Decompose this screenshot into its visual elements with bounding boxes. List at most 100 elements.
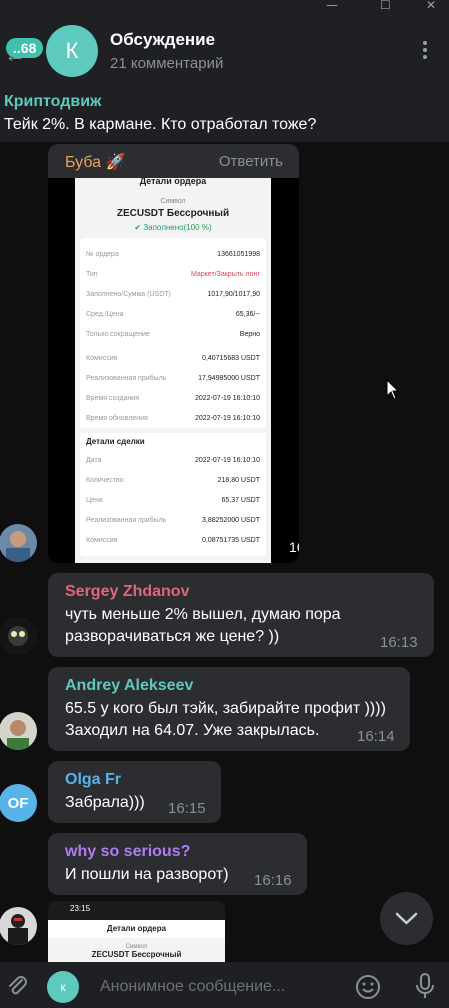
shot-status-text: Заполнено(100 %): [143, 223, 212, 232]
chat-avatar[interactable]: К: [46, 25, 98, 77]
shot-title: Детали ордера: [48, 920, 225, 938]
message-author[interactable]: Olga Fr: [65, 771, 121, 789]
message-bubble[interactable]: Olga Fr Забрала))) 16:15: [48, 761, 221, 823]
avatar[interactable]: [0, 712, 37, 750]
minimize-button[interactable]: —: [326, 0, 338, 12]
photo-message[interactable]: 23:15 Детали ордера Символ ZECUSDT Бесср…: [48, 901, 225, 963]
reply-button[interactable]: Ответить: [219, 153, 283, 170]
more-menu-icon[interactable]: [417, 38, 433, 62]
order-details-card: № ордера 13661051998 Тип Маркет/Закрыть ло…: [80, 238, 266, 556]
row-value: 13661051998: [217, 250, 260, 258]
order-row: Время обновления 2022-07-19 16:10:10: [86, 408, 260, 428]
row-value: 17,94985000 USDT: [198, 374, 260, 382]
row-key: Только сокращение: [86, 330, 150, 338]
photo-message[interactable]: Детали ордера Символ ZECUSDT Бессрочный …: [48, 144, 299, 563]
photo-message-header: Буба 🚀 Ответить: [48, 144, 299, 178]
row-key: Время создания: [86, 394, 139, 402]
avatar[interactable]: [0, 524, 37, 562]
row-key: Сред./Цена: [86, 310, 124, 318]
mouse-cursor-icon: [386, 379, 400, 400]
row-key: Заполнено/Сумма (USDT): [86, 290, 171, 298]
message-author[interactable]: why so serious?: [65, 843, 190, 861]
send-as-avatar[interactable]: к: [47, 971, 79, 1003]
deal-row: Количество 218,80 USDT: [86, 470, 260, 490]
row-key: Цена: [86, 496, 103, 504]
row-key: Комиссия: [86, 354, 118, 362]
shot-pair: ZECUSDT Бессрочный: [116, 208, 230, 219]
row-value: 65,36/--: [235, 310, 260, 318]
row-value: 0,40715683 USDT: [202, 354, 260, 362]
deal-row: Комиссия 0,08751735 USDT: [86, 530, 260, 550]
row-value: 2022-07-19 16:10:10: [195, 394, 260, 402]
row-value: 2022-07-19 16:10:10: [195, 414, 260, 422]
phone-status-time: 23:15: [70, 904, 91, 913]
message-bubble[interactable]: Sergey Zhdanov чуть меньше 2% вышел, дум…: [48, 573, 434, 657]
message-text: 65.5 у кого был тэйк, забирайте профит )…: [65, 700, 386, 739]
row-value: 3,88252000 USDT: [202, 516, 260, 524]
message-bubble[interactable]: why so serious? И пошли на разворот) 16:…: [48, 833, 307, 895]
order-screenshot[interactable]: Детали ордера Символ ZECUSDT Бессрочный …: [75, 174, 271, 563]
message-time: 16:15: [168, 800, 206, 817]
message-author[interactable]: Буба 🚀: [65, 152, 125, 172]
post-author: Криптодвиж: [4, 93, 102, 110]
order-row: Тип Маркет/Закрыть лонг: [86, 264, 260, 284]
order-row: Комиссия 0,40715683 USDT: [86, 348, 260, 368]
row-value: 65,37 USDT: [221, 496, 260, 504]
chevron-down-icon: [395, 912, 418, 925]
message-author[interactable]: Sergey Zhdanov: [65, 583, 189, 601]
row-value: 1017,90/1017,90: [207, 290, 260, 298]
row-key: Комиссия: [86, 536, 118, 544]
order-row: Реализованная прибыль 17,94985000 USDT: [86, 368, 260, 388]
shot-status: ✔ Заполнено(100 %): [134, 223, 212, 232]
row-key: № ордера: [86, 250, 119, 258]
composer-bar: к Анонимное сообщение...: [0, 962, 449, 1008]
avatar[interactable]: [0, 617, 37, 655]
emoji-icon[interactable]: [355, 974, 381, 1000]
row-value: Маркет/Закрыть лонг: [190, 270, 260, 278]
shot-symbol-label: Символ: [48, 938, 225, 950]
shot-symbol-label: Символ: [160, 198, 186, 205]
order-row: Заполнено/Сумма (USDT) 1017,90/1017,90: [86, 284, 260, 304]
message-text: И пошли на разворот): [65, 866, 229, 883]
deal-row: Цена 65,37 USDT: [86, 490, 260, 510]
row-value: 2022-07-19 16:10:10: [195, 456, 260, 464]
avatar[interactable]: [0, 907, 37, 945]
row-key: Дата: [86, 456, 102, 464]
unread-badge: ..68: [6, 38, 44, 58]
chat-title[interactable]: Обсуждение: [110, 30, 215, 50]
row-key: Реализованная прибыль: [86, 516, 167, 524]
chat-header: ← ..68 К Обсуждение 21 комментарий: [0, 12, 449, 88]
row-value: Верно: [239, 330, 260, 338]
scroll-down-button[interactable]: [380, 892, 433, 945]
original-post[interactable]: Криптодвиж Тейк 2%. В кармане. Кто отраб…: [0, 88, 449, 142]
deal-details-title: Детали сделки: [80, 428, 266, 450]
avatar[interactable]: OF: [0, 784, 37, 822]
message-time: 16:13: [284, 538, 299, 556]
message-input[interactable]: Анонимное сообщение...: [100, 978, 285, 996]
deal-row: Реализованная прибыль 3,88252000 USDT: [86, 510, 260, 530]
row-value: 0,08751735 USDT: [202, 536, 260, 544]
close-button[interactable]: ✕: [426, 0, 436, 12]
attach-icon[interactable]: [6, 974, 28, 998]
message-author[interactable]: Andrey Alekseev: [65, 677, 193, 695]
row-key: Тип: [86, 270, 98, 278]
message-text: Забрала))): [65, 794, 145, 811]
order-row: Сред./Цена 65,36/--: [86, 304, 260, 324]
row-key: Реализованная прибыль: [86, 374, 167, 382]
maximize-button[interactable]: ☐: [380, 0, 391, 12]
message-bubble[interactable]: Andrey Alekseev 65.5 у кого был тэйк, за…: [48, 667, 410, 751]
row-key: Время обновления: [86, 414, 148, 422]
chat-subtitle: 21 комментарий: [110, 55, 224, 72]
post-text: Тейк 2%. В кармане. Кто отработал тоже?: [4, 116, 317, 133]
message-time: 16:14: [357, 728, 395, 745]
row-value: 218,80 USDT: [217, 476, 260, 484]
order-row: Время создания 2022-07-19 16:10:10: [86, 388, 260, 408]
window-titlebar: — ☐ ✕: [0, 0, 449, 12]
message-text: чуть меньше 2% вышел, думаю пора развора…: [65, 606, 341, 645]
microphone-icon[interactable]: [414, 972, 436, 1000]
deal-row: Дата 2022-07-19 16:10:10: [86, 450, 260, 470]
order-row: Только сокращение Верно: [86, 324, 260, 344]
order-row: № ордера 13661051998: [86, 244, 260, 264]
row-key: Количество: [86, 476, 124, 484]
message-time: 16:16: [254, 872, 292, 889]
